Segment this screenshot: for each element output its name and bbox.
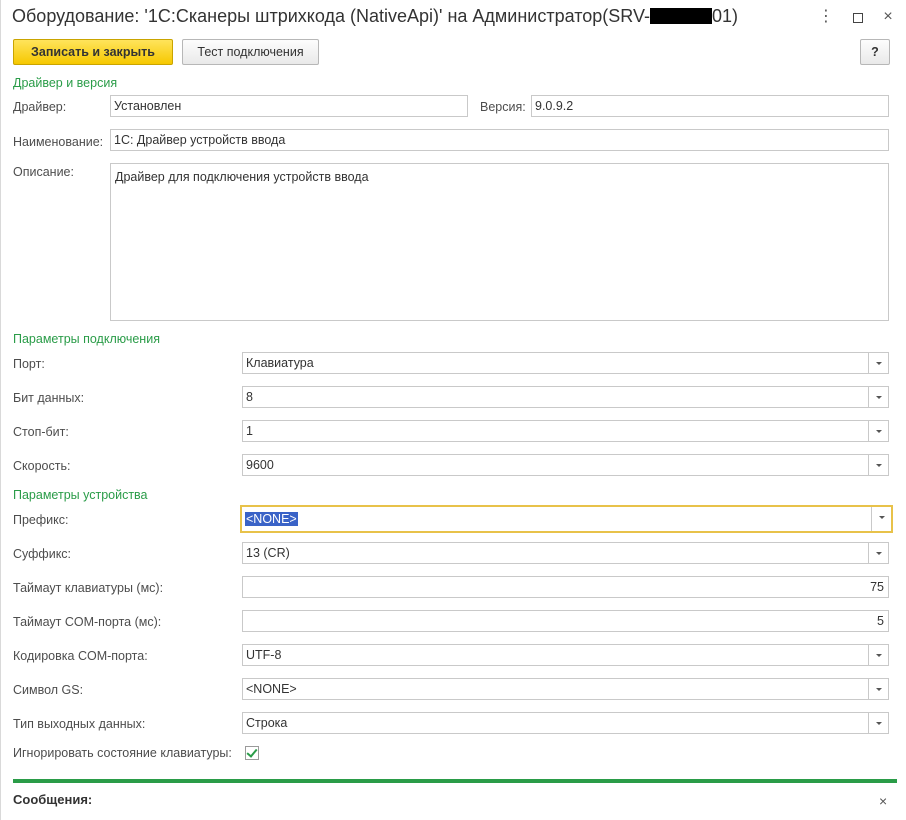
ignore-kbd-label: Игнорировать состояние клавиатуры: xyxy=(13,746,232,760)
com-timeout-field[interactable]: 5 xyxy=(242,610,889,632)
suffix-value: 13 (CR) xyxy=(246,546,290,560)
maximize-icon[interactable] xyxy=(847,6,869,28)
speed-select[interactable]: 9600 xyxy=(242,454,889,476)
kbd-timeout-label: Таймаут клавиатуры (мс): xyxy=(13,581,164,595)
chevron-down-icon[interactable] xyxy=(868,543,888,563)
output-type-label: Тип выходных данных: xyxy=(13,717,146,731)
save-and-close-button[interactable]: Записать и закрыть xyxy=(13,39,173,65)
name-value: 1С: Драйвер устройств ввода xyxy=(114,133,286,147)
window-title-suffix: 01) xyxy=(711,6,738,26)
ignore-kbd-checkbox[interactable] xyxy=(245,746,259,760)
encoding-label: Кодировка COM-порта: xyxy=(13,649,148,663)
messages-title: Сообщения: xyxy=(13,792,93,807)
port-value: Клавиатура xyxy=(246,356,314,370)
name-field[interactable]: 1С: Драйвер устройств ввода xyxy=(110,129,889,151)
speed-label: Скорость: xyxy=(13,459,71,473)
version-label: Версия: xyxy=(480,100,526,114)
databits-label: Бит данных: xyxy=(13,391,85,405)
prefix-select[interactable]: <NONE> xyxy=(240,505,893,533)
chevron-down-icon[interactable] xyxy=(868,645,888,665)
chevron-down-icon[interactable] xyxy=(868,387,888,407)
driver-value: Установлен xyxy=(114,99,182,113)
help-button[interactable]: ? xyxy=(860,39,890,65)
section-connection-title: Параметры подключения xyxy=(13,332,160,346)
driver-field[interactable]: Установлен xyxy=(110,95,468,117)
chevron-down-icon[interactable] xyxy=(868,421,888,441)
messages-divider xyxy=(13,779,897,783)
suffix-label: Суффикс: xyxy=(13,547,72,561)
suffix-select[interactable]: 13 (CR) xyxy=(242,542,889,564)
gs-select[interactable]: <NONE> xyxy=(242,678,889,700)
prefix-label: Префикс: xyxy=(13,513,69,527)
kbd-timeout-value: 75 xyxy=(870,580,884,594)
driver-label: Драйвер: xyxy=(13,100,67,114)
stopbits-select[interactable]: 1 xyxy=(242,420,889,442)
name-label: Наименование: xyxy=(13,135,104,149)
close-icon[interactable]: × xyxy=(877,6,899,28)
gs-label: Символ GS: xyxy=(13,683,84,697)
output-type-value: Строка xyxy=(246,716,288,730)
title-bar: Оборудование: '1С:Сканеры штрихкода (Nat… xyxy=(0,0,906,34)
version-value: 9.0.9.2 xyxy=(535,99,574,113)
speed-value: 9600 xyxy=(246,458,274,472)
gs-value: <NONE> xyxy=(246,682,297,696)
redacted-block xyxy=(649,8,712,24)
port-label: Порт: xyxy=(13,357,45,371)
chevron-down-icon[interactable] xyxy=(868,713,888,733)
description-textarea[interactable]: Драйвер для подключения устройств ввода xyxy=(110,163,889,321)
chevron-down-icon[interactable] xyxy=(868,353,888,373)
chevron-down-icon[interactable] xyxy=(868,679,888,699)
encoding-select[interactable]: UTF-8 xyxy=(242,644,889,666)
encoding-value: UTF-8 xyxy=(246,648,282,662)
prefix-value: <NONE> xyxy=(245,512,298,526)
kbd-timeout-field[interactable]: 75 xyxy=(242,576,889,598)
window-left-edge xyxy=(0,0,1,820)
kebab-icon[interactable]: ⋮ xyxy=(815,6,837,28)
test-connection-button[interactable]: Тест подключения xyxy=(182,39,319,65)
version-field[interactable]: 9.0.9.2 xyxy=(531,95,889,117)
output-type-select[interactable]: Строка xyxy=(242,712,889,734)
port-select[interactable]: Клавиатура xyxy=(242,352,889,374)
chevron-down-icon[interactable] xyxy=(871,507,891,531)
section-driver-title: Драйвер и версия xyxy=(13,76,118,90)
stopbits-label: Стоп-бит: xyxy=(13,425,69,439)
window-title: Оборудование: '1С:Сканеры штрихкода (Nat… xyxy=(12,6,738,27)
description-label: Описание: xyxy=(13,165,74,179)
section-device-title: Параметры устройства xyxy=(13,488,148,502)
databits-value: 8 xyxy=(246,390,253,404)
window-title-prefix: Оборудование: '1С:Сканеры штрихкода (Nat… xyxy=(12,6,650,26)
chevron-down-icon[interactable] xyxy=(868,455,888,475)
com-timeout-label: Таймаут COM-порта (мс): xyxy=(13,615,162,629)
close-icon[interactable]: × xyxy=(879,793,887,809)
description-value: Драйвер для подключения устройств ввода xyxy=(115,170,369,184)
stopbits-value: 1 xyxy=(246,424,253,438)
com-timeout-value: 5 xyxy=(877,614,884,628)
databits-select[interactable]: 8 xyxy=(242,386,889,408)
